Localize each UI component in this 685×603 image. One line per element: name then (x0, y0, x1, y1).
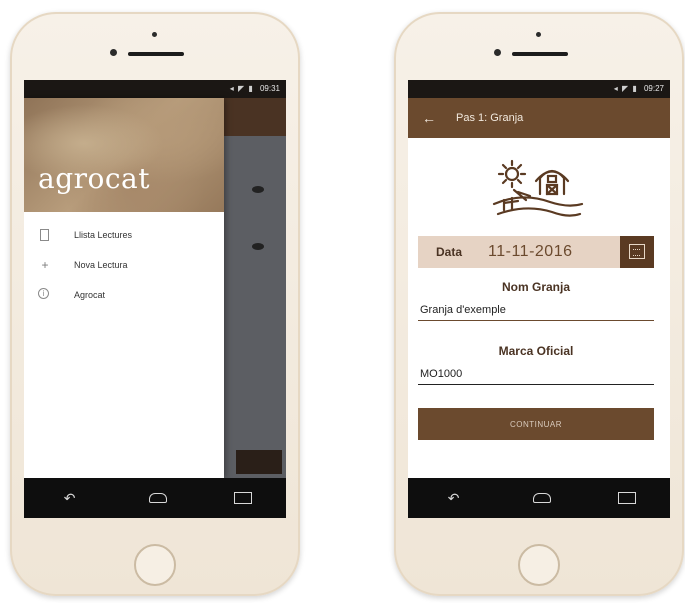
background-button (236, 450, 282, 474)
app-toolbar: ← Pas 1: Granja (408, 98, 670, 138)
home-nav-icon[interactable] (532, 493, 551, 503)
arrow-back-icon[interactable]: ← (422, 110, 436, 126)
menu-item-nova-lectura[interactable]: + Nova Lectura (24, 252, 224, 278)
step-form: ← Pas 1: Granja Data 11-11-2016 Nom Gran… (408, 98, 670, 478)
calendar-icon (629, 244, 645, 259)
official-mark-label: Marca Oficial (498, 344, 574, 358)
status-bar: ◂ ◤ ▮ 09:27 (408, 80, 670, 98)
status-time: 09:27 (643, 84, 664, 93)
menu-item-llista-lectures[interactable]: Llista Lectures (24, 222, 224, 248)
list-icon (40, 229, 49, 241)
menu-item-label: Llista Lectures (74, 230, 133, 240)
eye-icon (252, 243, 264, 250)
info-icon-wrap: i (38, 288, 52, 302)
hardware-home-button[interactable] (518, 544, 560, 586)
recents-nav-icon[interactable] (234, 492, 253, 504)
continue-button[interactable]: CONTINUAR (418, 408, 654, 440)
official-mark-input[interactable] (418, 366, 654, 385)
drawer-app-title: agrocat (38, 162, 150, 195)
drawer-header-image: agrocat (24, 98, 224, 212)
home-nav-icon[interactable] (148, 493, 167, 503)
front-camera (152, 32, 157, 37)
calendar-button[interactable] (620, 236, 654, 268)
farm-illustration-icon (492, 159, 584, 217)
navigation-drawer: agrocat Llista Lectures + Nova Lectura i… (24, 98, 224, 478)
sensor-dot (110, 49, 117, 56)
menu-item-label: Nova Lectura (74, 260, 128, 270)
back-nav-icon[interactable]: ↶ (442, 491, 466, 505)
date-label: Data (436, 245, 463, 259)
status-icons: ◂ ◤ ▮ (229, 84, 254, 93)
recents-nav-icon[interactable] (618, 492, 637, 504)
farm-name-input[interactable] (418, 302, 654, 321)
hardware-home-button[interactable] (134, 544, 176, 586)
date-row: Data 11-11-2016 (418, 236, 654, 268)
android-nav-bar: ↶ (24, 478, 286, 518)
back-nav-icon[interactable]: ↶ (58, 491, 82, 505)
toolbar-title: Pas 1: Granja (456, 112, 524, 124)
info-icon: i (38, 288, 49, 299)
date-value[interactable]: 11-11-2016 (488, 243, 572, 261)
status-icons: ◂ ◤ ▮ (613, 84, 638, 93)
sensor-dot (494, 49, 501, 56)
front-camera (536, 32, 541, 37)
eye-icon (252, 186, 264, 193)
plus-icon: + (41, 258, 49, 272)
menu-item-agrocat[interactable]: i Agrocat (24, 282, 224, 308)
farm-name-label: Nom Granja (501, 280, 570, 294)
status-time: 09:31 (259, 84, 280, 93)
left-screen: ◂ ◤ ▮ 09:31 agrocat Llista Lectures + No… (24, 80, 286, 518)
earpiece-speaker (128, 52, 184, 56)
left-phone: ◂ ◤ ▮ 09:31 agrocat Llista Lectures + No… (10, 12, 300, 596)
right-phone: ◂ ◤ ▮ 09:27 ← Pas 1: Granja Data 11-11-2… (394, 12, 684, 596)
earpiece-speaker (512, 52, 568, 56)
status-bar: ◂ ◤ ▮ 09:31 (24, 80, 286, 98)
menu-item-label: Agrocat (74, 290, 106, 300)
right-screen: ◂ ◤ ▮ 09:27 ← Pas 1: Granja Data 11-11-2… (408, 80, 670, 518)
android-nav-bar: ↶ (408, 478, 670, 518)
